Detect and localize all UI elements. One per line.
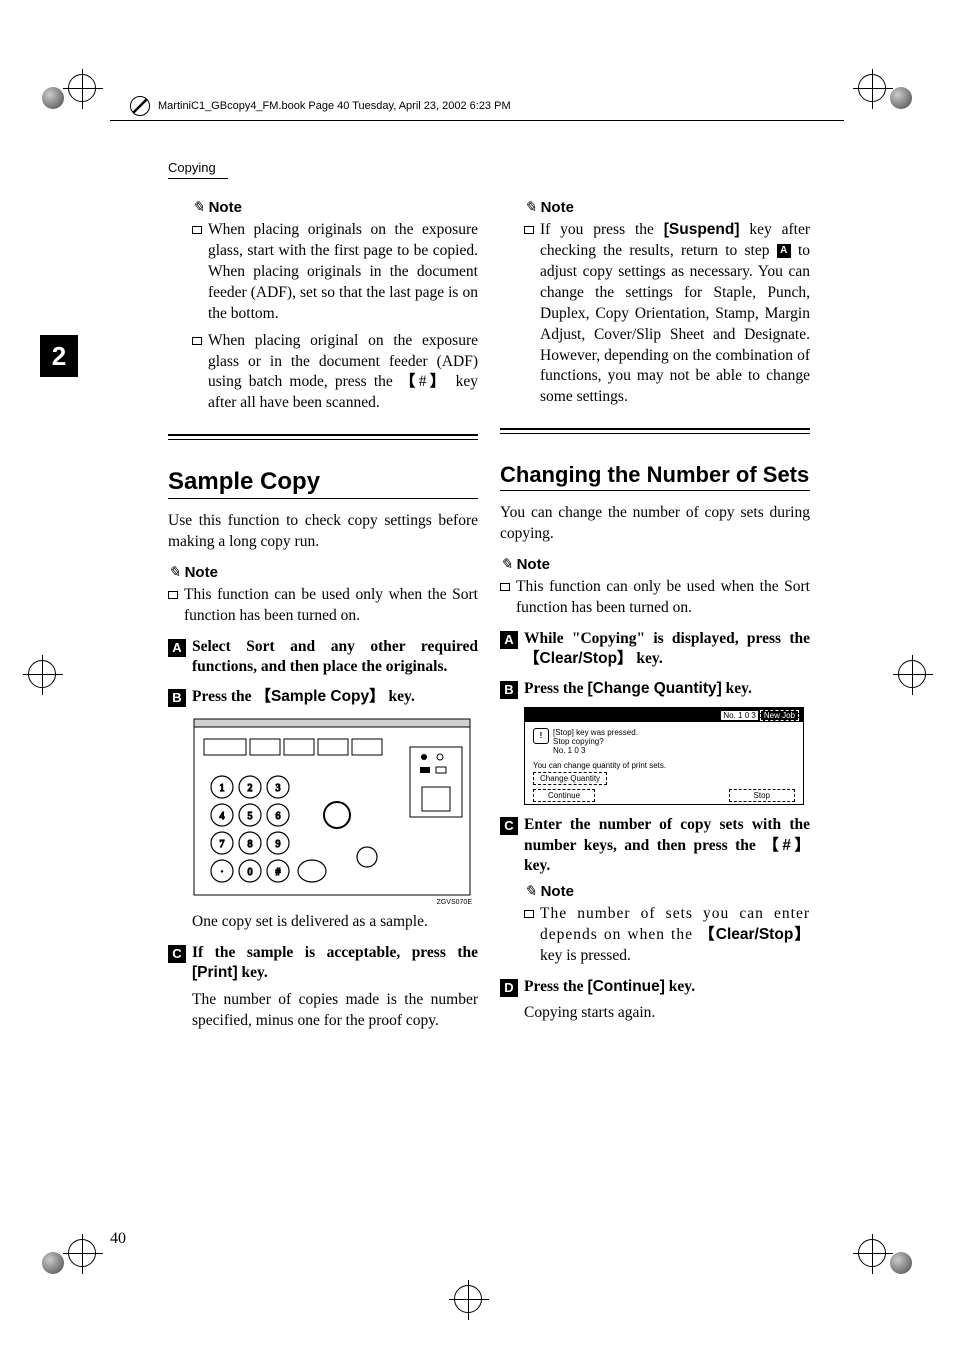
step-2: B Press the 【Sample Copy】 key. [168,687,478,707]
svg-text:0: 0 [248,867,253,878]
svg-text:7: 7 [220,839,225,850]
step-1: A Select Sort and any other required fun… [168,637,478,677]
lcd-stop-button[interactable]: Stop [729,789,795,802]
bullet-text: When placing originals on the exposure g… [208,220,478,325]
step-text: If the sample is acceptable, press the [… [192,943,478,983]
lcd-msg-line: No. 1 0 3 [553,746,638,755]
crop-mark-ne [858,74,916,109]
bullet-icon [168,591,178,599]
note-heading: Note [192,198,478,216]
svg-text:·: · [220,867,223,878]
svg-text:6: 6 [276,811,281,822]
note-bullet: If you press the [Suspend] key after che… [524,220,810,408]
note-bullet: The number of sets you can enter depends… [524,904,810,967]
step-3-body: The number of copies made is the number … [192,990,478,1032]
sample-result-text: One copy set is delivered as a sample. [192,912,478,933]
lcd-continue-button[interactable]: Continue [533,789,595,802]
crop-target-bottom [454,1285,482,1318]
bullet-text: If you press the [Suspend] key after che… [540,220,810,408]
heading-sample-copy: Sample Copy [168,468,478,499]
step-number-icon: A [500,631,518,649]
svg-text:2: 2 [248,783,253,794]
alert-icon: ! [533,728,549,744]
bullet-icon [192,226,202,234]
bullet-icon [524,226,534,234]
svg-text:8: 8 [248,839,253,850]
page-frame: MartiniC1_GBcopy4_FM.book Page 40 Tuesda… [100,120,854,1238]
section-label: Copying [168,160,216,175]
crop-mark-sw [38,1239,96,1274]
chapter-tab: 2 [40,335,78,377]
step-number-icon: B [500,681,518,699]
note-bullet: This function can be used only when the … [168,585,478,627]
svg-text:9: 9 [276,839,281,850]
step-text: Press the [Change Quantity] key. [524,679,752,699]
bullet-icon [500,583,510,591]
note-bullet: When placing originals on the exposure g… [192,220,478,325]
step-4-body: Copying starts again. [524,1003,810,1024]
right-column: Note If you press the [Suspend] key afte… [500,198,810,1032]
note-bullet: This function can only be used when the … [500,577,810,619]
step-number-icon: C [500,817,518,835]
note-heading: Note [524,882,810,900]
lcd-no-label: No. 1 0 3 [721,711,757,720]
bullet-icon [524,910,534,918]
header-filepath: MartiniC1_GBcopy4_FM.book Page 40 Tuesda… [130,96,844,116]
crop-mark-nw [38,74,96,109]
illustration-caption: ZGVS070E [192,899,472,906]
note-heading: Note [500,555,810,573]
bullet-text: When placing original on the exposure gl… [208,331,478,415]
step-1: A While "Copying" is displayed, press th… [500,629,810,669]
lcd-newjob-button[interactable]: New Job [760,710,799,721]
note-heading: Note [168,563,478,581]
step-number-icon: B [168,689,186,707]
header-rule [110,120,844,125]
header-icon [130,96,150,116]
lcd-screenshot: No. 1 0 3 New Job ! [Stop] key was press… [524,707,804,805]
heading-changing-sets: Changing the Number of Sets [500,462,810,491]
header-filepath-text: MartiniC1_GBcopy4_FM.book Page 40 Tuesda… [158,100,511,112]
svg-text:4: 4 [220,811,225,822]
note-heading: Note [524,198,810,216]
lcd-msg-line: You can change quantity of print sets. [533,761,795,770]
step-number-icon: A [168,639,186,657]
lcd-msg-line: [Stop] key was pressed. [553,728,638,737]
step-4: D Press the [Continue] key. [500,977,810,997]
step-number-icon: D [500,979,518,997]
step-text: Press the 【Sample Copy】 key. [192,687,415,707]
step-text: Enter the number of copy sets with the n… [524,815,810,875]
step-3: C If the sample is acceptable, press the… [168,943,478,983]
svg-text:3: 3 [276,783,281,794]
intro-paragraph: Use this function to check copy settings… [168,511,478,553]
crop-target-left [28,660,56,693]
step-number-icon: C [168,945,186,963]
page-number: 40 [110,1230,126,1248]
step-text: Press the [Continue] key. [524,977,695,997]
step-text: Select Sort and any other required funct… [192,637,478,677]
svg-text:5: 5 [248,811,253,822]
step-3: C Enter the number of copy sets with the… [500,815,810,875]
step-text: While "Copying" is displayed, press the … [524,629,810,669]
bullet-text: This function can be used only when the … [184,585,478,627]
svg-text:#: # [276,867,281,878]
note-bullet: When placing original on the exposure gl… [192,331,478,415]
crop-target-right [898,660,926,693]
bullet-icon [192,337,202,345]
h2-rule: Sample Copy [168,434,478,499]
section-underline [168,178,228,179]
bullet-text: This function can only be used when the … [516,577,810,619]
svg-text:1: 1 [220,783,225,794]
crop-mark-se [858,1239,916,1274]
step-2: B Press the [Change Quantity] key. [500,679,810,699]
lcd-change-quantity-button[interactable]: Change Quantity [533,772,607,785]
intro-paragraph: You can change the number of copy sets d… [500,503,810,545]
inline-step-ref: A [777,244,791,258]
h2-rule: Changing the Number of Sets [500,428,810,491]
lcd-msg-line: Stop copying? [553,737,638,746]
keypad-illustration: 1 2 3 4 5 6 7 8 9 · 0 # [192,717,472,897]
left-column: Note When placing originals on the expos… [168,198,478,1039]
bullet-text: The number of sets you can enter depends… [540,904,810,967]
